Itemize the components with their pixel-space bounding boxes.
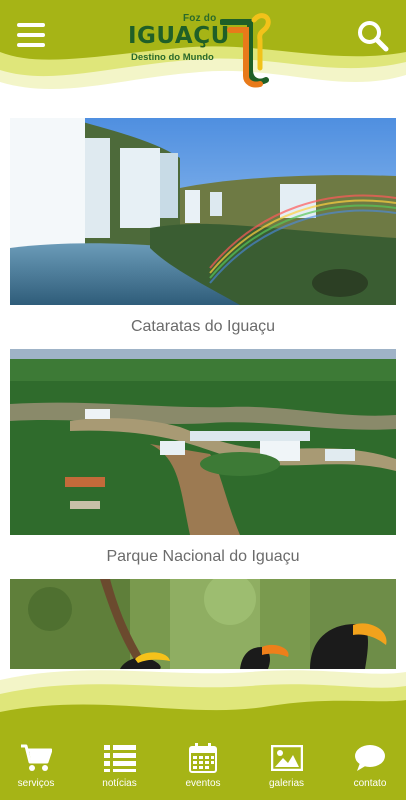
nav-bar: serviços notícias eventos galerias conta… — [0, 742, 406, 800]
card-title[interactable]: Cataratas do Iguaçu — [10, 305, 396, 349]
card-image-waterfalls[interactable] — [10, 118, 396, 305]
hamburger-line — [17, 43, 45, 47]
nav-label: galerias — [268, 778, 305, 789]
list-icon — [103, 745, 136, 772]
menu-button[interactable] — [17, 23, 45, 47]
logo[interactable]: Foz do IGUAÇU Destino do Mundo — [125, 10, 273, 90]
card-image-aerial-park[interactable] — [10, 349, 396, 535]
hamburger-menu-icon — [17, 23, 45, 27]
shopping-cart-icon — [21, 744, 52, 771]
logo-mark-icon — [220, 13, 271, 88]
nav-item-noticias[interactable]: notícias — [88, 742, 152, 800]
search-icon — [358, 21, 389, 52]
chat-bubble-icon — [355, 745, 385, 771]
image-icon — [270, 745, 303, 771]
logo-tagline: Destino do Mundo — [131, 52, 214, 63]
card-cataratas[interactable]: Cataratas do Iguaçu — [10, 118, 396, 349]
nav-item-eventos[interactable]: eventos — [171, 742, 235, 800]
calendar-icon — [189, 743, 217, 773]
nav-item-galerias[interactable]: galerias — [255, 742, 319, 800]
card-image-toucans[interactable] — [10, 579, 396, 669]
card-toucans[interactable] — [10, 579, 396, 669]
bottom-navigation: serviços notícias eventos galerias conta… — [0, 660, 406, 800]
attractions-list: Cataratas do Iguaçu Parque Nacional do I… — [10, 118, 396, 669]
logo-main-text: IGUAÇU — [128, 23, 230, 49]
search-button[interactable] — [356, 19, 390, 53]
card-parque-nacional[interactable]: Parque Nacional do Iguaçu — [10, 349, 396, 579]
nav-label: eventos — [185, 778, 221, 789]
hamburger-line — [17, 33, 45, 37]
nav-label: serviços — [17, 778, 55, 789]
nav-item-contato[interactable]: contato — [338, 742, 402, 800]
nav-label: notícias — [102, 778, 137, 789]
app-header: Foz do IGUAÇU Destino do Mundo — [0, 0, 406, 100]
card-title[interactable]: Parque Nacional do Iguaçu — [10, 535, 396, 579]
nav-item-servicos[interactable]: serviços — [4, 742, 68, 800]
nav-label: contato — [353, 778, 387, 789]
